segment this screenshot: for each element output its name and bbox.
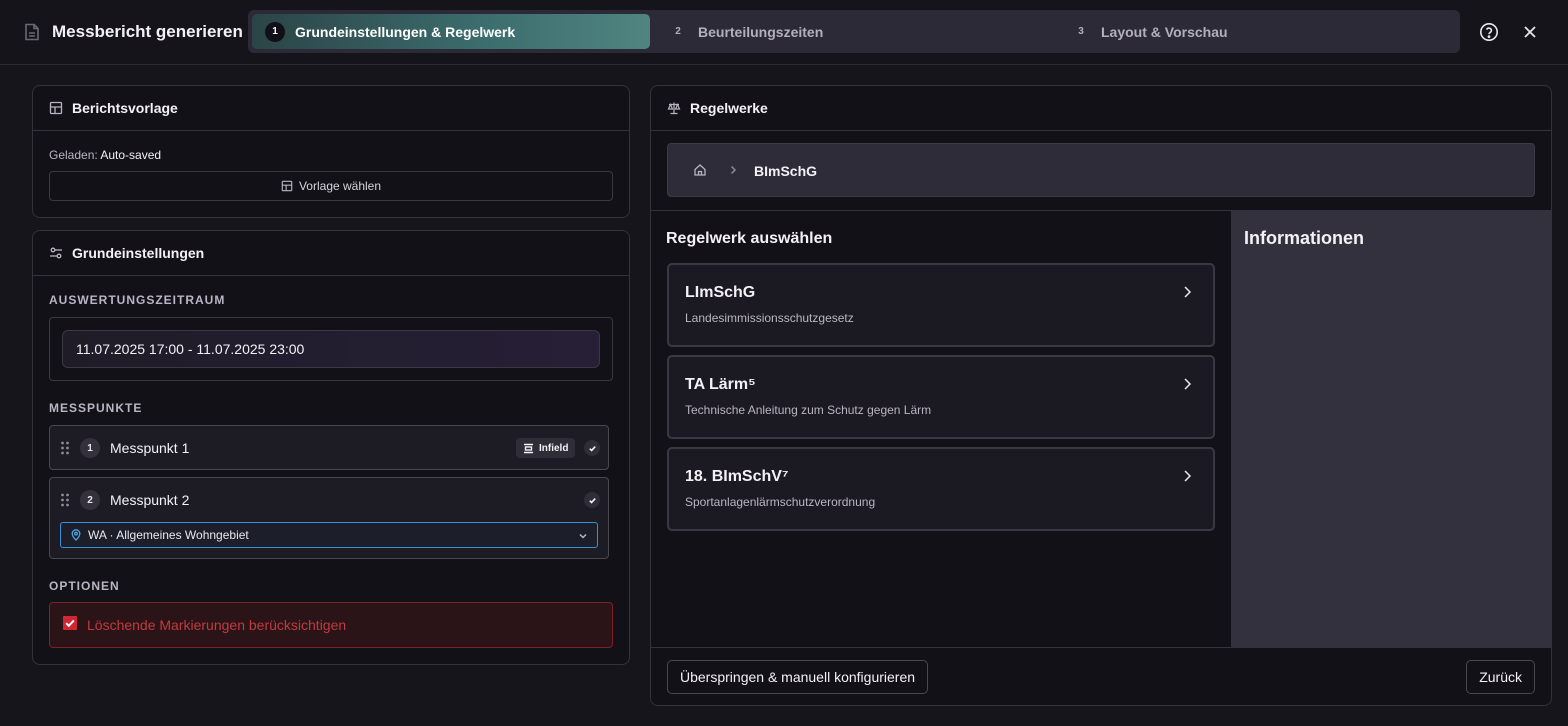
step-1[interactable]: 1 Grundeinstellungen & Regelwerk: [252, 14, 650, 49]
stepper: 1 Grundeinstellungen & Regelwerk 2 Beurt…: [248, 10, 1460, 53]
zone-select[interactable]: WA · Allgemeines Wohngebiet: [60, 522, 598, 548]
step-2[interactable]: 2 Beurteilungszeiten: [668, 14, 823, 49]
help-circle-icon[interactable]: [1479, 22, 1499, 42]
rule-title: 18. BImSchV⁷: [685, 468, 789, 485]
step-number: 1: [265, 21, 285, 42]
app-header: Messbericht generieren 1 Grundeinstellun…: [0, 0, 1568, 65]
close-icon[interactable]: [1522, 24, 1538, 40]
basic-settings-panel: Grundeinstellungen AUSWERTUNGSZEITRAUM 1…: [32, 230, 630, 665]
rules-panel: Regelwerke BImSchG Regelwerk auswählen L…: [650, 85, 1552, 706]
rule-description: Sportanlagenlärmschutzverordnung: [685, 495, 876, 509]
app-title: Messbericht generieren: [52, 22, 243, 41]
points-section-label: MESSPUNKTE: [49, 401, 143, 415]
rule-list-title: Regelwerk auswählen: [666, 230, 833, 247]
rules-panel-header: Regelwerke: [651, 86, 1551, 131]
loaded-status: Geladen: Auto-saved: [49, 148, 161, 162]
rules-body: Regelwerk auswählen LImSchG Landesimmiss…: [651, 210, 1551, 648]
loaded-label: Geladen:: [49, 148, 98, 162]
check-icon[interactable]: [584, 440, 600, 456]
chevron-right-icon: [1181, 377, 1193, 391]
choose-template-button[interactable]: Vorlage wählen: [49, 171, 613, 201]
delete-marks-label: Löschende Markierungen berücksichtigen: [87, 617, 347, 633]
rule-title: LImSchG: [685, 284, 756, 301]
template-panel-header: Berichtsvorlage: [33, 86, 629, 131]
check-icon[interactable]: [584, 492, 600, 508]
step-label: Layout & Vorschau: [1101, 23, 1228, 40]
delete-marks-option[interactable]: Löschende Markierungen berücksichtigen: [49, 602, 613, 648]
zone-select-value: WA · Allgemeines Wohngebiet: [88, 528, 249, 542]
step-3[interactable]: 3 Layout & Vorschau: [1071, 14, 1228, 49]
point-name: Messpunkt 2: [110, 492, 190, 508]
range-container: 11.07.2025 17:00 - 11.07.2025 23:00: [49, 317, 613, 381]
measurement-point-row[interactable]: 2 Messpunkt 2 WA · Allgemeines Wohngebie…: [49, 477, 609, 559]
back-button[interactable]: Zurück: [1466, 660, 1535, 694]
map-pin-icon: [70, 529, 82, 541]
breadcrumb-current: BImSchG: [754, 163, 818, 179]
step-label: Grundeinstellungen & Regelwerk: [295, 23, 516, 40]
infield-badge: Infield: [516, 438, 576, 458]
loaded-value: Auto-saved: [100, 148, 162, 162]
template-icon: [281, 180, 293, 192]
step-number: 3: [1078, 26, 1084, 37]
rules-panel-title: Regelwerke: [690, 100, 768, 116]
rule-title: TA Lärm⁵: [685, 376, 756, 393]
options-section-label: OPTIONEN: [49, 579, 120, 593]
measurement-point-row[interactable]: 1 Messpunkt 1 Infield: [49, 425, 609, 470]
template-icon: [49, 101, 63, 115]
point-number: 2: [80, 490, 100, 510]
rule-card-18-bimschv[interactable]: 18. BImSchV⁷ Sportanlagenlärmschutzveror…: [667, 447, 1215, 531]
infield-icon: [523, 443, 534, 454]
rule-list: Regelwerk auswählen LImSchG Landesimmiss…: [651, 211, 1231, 648]
rule-card-ta-laerm[interactable]: TA Lärm⁵ Technische Anleitung zum Schutz…: [667, 355, 1215, 439]
basic-settings-header: Grundeinstellungen: [33, 231, 629, 276]
template-panel: Berichtsvorlage Geladen: Auto-saved Vorl…: [32, 85, 630, 218]
step-label: Beurteilungszeiten: [698, 23, 824, 40]
settings-sliders-icon: [49, 246, 63, 260]
chevron-right-icon: [1181, 285, 1193, 299]
date-range-input[interactable]: 11.07.2025 17:00 - 11.07.2025 23:00: [62, 330, 600, 368]
skip-manual-button[interactable]: Überspringen & manuell konfigurieren: [667, 660, 929, 694]
document-icon: [24, 23, 40, 41]
basic-settings-title: Grundeinstellungen: [72, 245, 205, 261]
home-icon[interactable]: [693, 163, 707, 177]
checkbox-checked[interactable]: [63, 616, 77, 630]
rule-card-limschg[interactable]: LImSchG Landesimmissionsschutzgesetz: [667, 263, 1215, 347]
breadcrumb: BImSchG: [667, 143, 1535, 197]
step-number: 2: [675, 26, 681, 37]
rule-description: Landesimmissionsschutzgesetz: [685, 311, 854, 325]
scale-icon: [667, 101, 681, 115]
template-panel-title: Berichtsvorlage: [72, 100, 178, 116]
range-section-label: AUSWERTUNGSZEITRAUM: [49, 293, 226, 307]
point-name: Messpunkt 1: [110, 440, 190, 456]
chevron-right-icon: [727, 164, 739, 176]
chevron-right-icon: [1181, 469, 1193, 483]
badge-label: Infield: [539, 442, 569, 454]
info-panel: Informationen: [1231, 211, 1551, 648]
choose-template-label: Vorlage wählen: [298, 179, 382, 193]
drag-handle-icon[interactable]: [60, 440, 70, 456]
chevron-down-icon: [578, 531, 588, 541]
point-number: 1: [80, 438, 100, 458]
rule-description: Technische Anleitung zum Schutz gegen Lä…: [685, 403, 932, 417]
drag-handle-icon[interactable]: [60, 492, 70, 508]
info-title: Informationen: [1244, 228, 1364, 248]
rules-footer: Überspringen & manuell konfigurieren Zur…: [651, 647, 1551, 705]
